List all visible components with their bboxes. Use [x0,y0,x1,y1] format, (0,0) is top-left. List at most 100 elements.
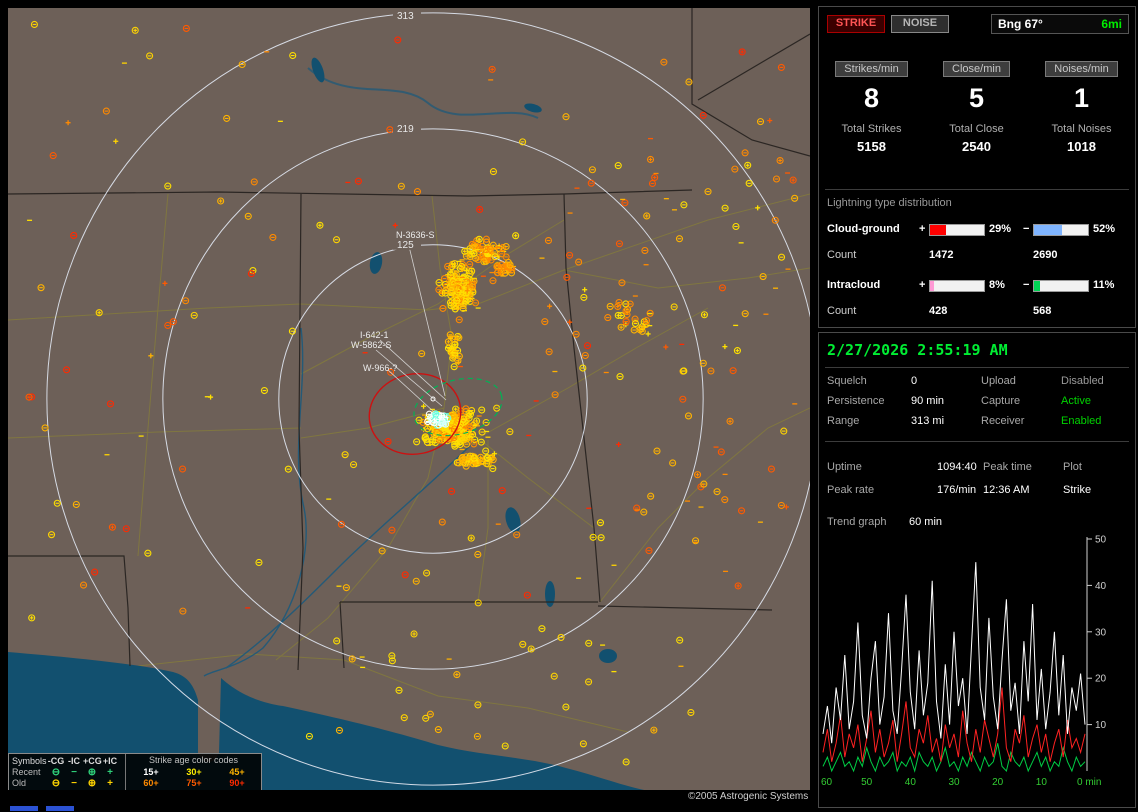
taskbar-fragment [10,806,38,811]
map-legend: Symbols -CG -IC +CG +IC Recent ⊖ − ⊕ + O… [8,753,262,790]
distribution-title: Lightning type distribution [827,197,952,209]
neg-cg-recent-icon: ⊖ [51,767,61,778]
trend-graph-label: Trend graph [827,516,887,528]
stats-box: STRIKE NOISE Bng 67° 6mi Strikes/min 8 T… [818,6,1136,328]
strikes-per-min-value: 8 [863,83,880,113]
age-code-45: 45+ [229,767,245,777]
count-label: Count [827,305,857,317]
distance-value: 6mi [1101,17,1122,31]
neg-ic-old-icon: − [71,778,77,789]
plus-sign: + [919,223,926,235]
close-per-min-column: Close/min 5 Total Close 2540 [924,59,1029,154]
intracloud-count-row: Count 428 568 [819,305,1135,319]
ic-plus-pct: 8% [989,279,1005,291]
svg-text:20: 20 [992,777,1004,788]
upload-status: Disabled [1061,375,1104,387]
noise-indicator[interactable]: NOISE [891,15,949,33]
age-code-60: 60+ [143,778,159,788]
pos-cg-old-icon: ⊕ [87,778,97,789]
svg-text:30: 30 [1095,627,1107,638]
peak-rate-value: 176/min [937,484,977,496]
trend-window-value: 60 min [909,516,943,528]
plus-sign: + [919,279,926,291]
cloud-ground-label: Cloud-ground [827,223,900,235]
bearing-value: Bng 67° [998,17,1043,31]
svg-text:10: 10 [1036,777,1048,788]
plot-value: Strike [1063,484,1092,496]
taskbar-fragment [46,806,74,811]
capture-status: Active [1061,395,1091,407]
strike-indicator[interactable]: STRIKE [827,15,885,33]
cg-plus-pct: 29% [989,223,1012,235]
ic-minus-pct: 11% [1093,279,1115,291]
legend-col-neg-ic: -IC [68,756,80,766]
map-svg[interactable]: N-3636-S I-642-1W-5862-S W-966-? 313 219 125 [8,8,810,790]
svg-text:I-642-1: I-642-1 [360,330,389,340]
cg-plus-bar [929,224,985,236]
svg-text:60: 60 [821,777,833,788]
cg-minus-pct: 52% [1093,223,1116,235]
total-close-value: 2540 [962,139,991,154]
ic-plus-bar [929,280,985,292]
legend-col-pos-ic: +IC [102,756,118,766]
settings-row: Persistence 90 min Capture Active [819,395,1135,411]
cloud-ground-count-row: Count 1472 2690 [819,249,1135,263]
divider [825,367,1129,368]
svg-text:50: 50 [861,777,873,788]
legend-symbols: Symbols -CG -IC +CG +IC Recent ⊖ − ⊕ + O… [9,754,125,790]
svg-text:W-966-?: W-966-? [363,363,397,373]
legend-age-title: Strike age color codes [148,755,239,765]
squelch-value: 0 [911,375,918,387]
divider [825,441,1129,442]
divider [825,189,1129,190]
svg-text:40: 40 [1095,581,1107,592]
svg-text:125: 125 [397,240,414,251]
cg-minus-bar [1033,224,1089,236]
noises-per-min-chip: Noises/min [1045,61,1118,77]
svg-text:40: 40 [905,777,917,788]
persistence-value: 90 min [911,395,945,407]
total-noises-value: 1018 [1067,139,1096,154]
svg-text:50: 50 [1095,535,1107,546]
minus-sign: − [1023,279,1030,291]
age-code-30: 30+ [186,767,202,777]
lightning-detector-app: N-3636-S I-642-1 W-5862-S W-966-? 313 219 125… [0,0,1138,812]
legend-age-codes: Strike age color codes 15+ 30+ 45+ 60+ 7… [125,754,261,790]
age-code-15: 15+ [143,767,159,777]
clock-readout: 2/27/2026 2:55:19 AM [827,341,1008,359]
uptime-row: Uptime 1094:40 Peak time Plot [819,461,1135,477]
pos-ic-recent-icon: + [107,767,113,778]
svg-text:20: 20 [1095,674,1107,685]
cg-minus-count: 2690 [1033,249,1058,261]
strikes-per-min-chip: Strikes/min [835,61,908,77]
receiver-status: Enabled [1061,415,1102,427]
squelch-label: Squelch [827,375,867,387]
receiver-label: Receiver [981,415,1025,427]
minus-sign: − [1023,223,1030,235]
status-box: 2/27/2026 2:55:19 AM Squelch 0 Upload Di… [818,332,1136,808]
peak-rate-label: Peak rate [827,484,875,496]
intracloud-label: Intracloud [827,279,881,291]
svg-text:30: 30 [948,777,960,788]
legend-col-neg-cg: -CG [47,756,65,766]
persistence-label: Persistence [827,395,885,407]
status-panel: STRIKE NOISE Bng 67° 6mi Strikes/min 8 T… [818,0,1138,812]
strike-map[interactable]: N-3636-S I-642-1 W-5862-S W-966-? 313 219 125… [8,8,810,790]
total-strikes-label: Total Strikes [841,123,902,135]
close-per-min-chip: Close/min [943,61,1010,77]
pos-ic-old-icon: + [107,778,113,789]
cloud-ground-row: Cloud-ground + 29% − 52% [819,223,1135,237]
bearing-readout: Bng 67° 6mi [991,14,1129,34]
cg-plus-count: 1472 [929,249,954,261]
ic-plus-count: 428 [929,305,948,317]
svg-text:219: 219 [397,124,414,135]
noises-per-min-column: Noises/min 1 Total Noises 1018 [1029,59,1134,154]
svg-text:0 min: 0 min [1077,777,1101,788]
svg-text:W-5862-S: W-5862-S [351,340,391,350]
peak-rate-row: Peak rate 176/min 12:36 AM Strike [819,484,1135,500]
legend-symbols-title: Symbols [12,756,47,766]
ic-minus-count: 568 [1033,305,1052,317]
ic-minus-bar [1033,280,1089,292]
legend-col-pos-cg: +CG [83,756,102,766]
neg-cg-old-icon: ⊖ [51,778,61,789]
